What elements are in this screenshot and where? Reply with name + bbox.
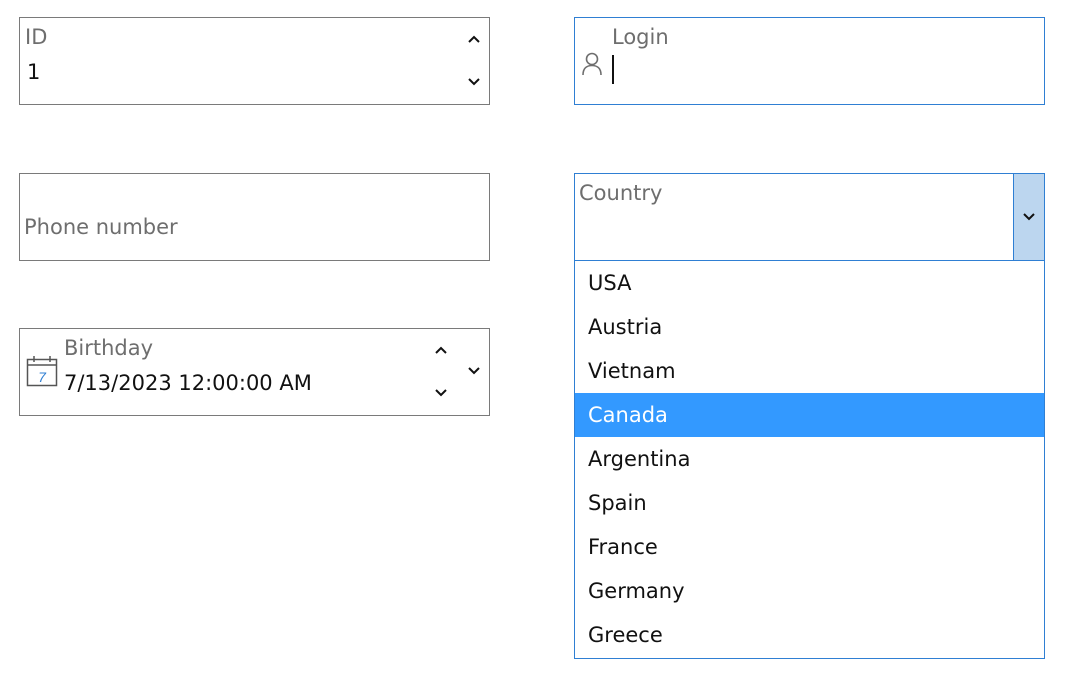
birthday-value[interactable]: 7/13/2023 12:00:00 AM bbox=[64, 371, 312, 395]
country-option[interactable]: USA bbox=[575, 261, 1044, 305]
chevron-down-icon bbox=[1023, 213, 1035, 221]
calendar-icon[interactable]: 7 bbox=[26, 355, 58, 387]
chevron-up-icon bbox=[435, 346, 447, 354]
country-option[interactable]: Austria bbox=[575, 305, 1044, 349]
country-option[interactable]: France bbox=[575, 525, 1044, 569]
country-option[interactable]: Canada bbox=[575, 393, 1044, 437]
id-increment-button[interactable] bbox=[462, 28, 486, 50]
chevron-down-icon bbox=[468, 78, 480, 86]
country-option[interactable]: Vietnam bbox=[575, 349, 1044, 393]
country-label: Country bbox=[579, 181, 663, 205]
country-option[interactable]: Spain bbox=[575, 481, 1044, 525]
login-field[interactable]: Login bbox=[574, 17, 1045, 105]
country-option[interactable]: Argentina bbox=[575, 437, 1044, 481]
birthday-field[interactable]: 7 Birthday 7/13/2023 12:00:00 AM bbox=[19, 328, 490, 416]
id-value[interactable]: 1 bbox=[27, 60, 40, 84]
phone-field[interactable]: Phone number bbox=[19, 173, 490, 261]
text-caret bbox=[612, 55, 614, 84]
country-option[interactable]: Greece bbox=[575, 613, 1044, 657]
user-icon bbox=[581, 51, 603, 77]
country-dropdown-list[interactable]: USA Austria Vietnam Canada Argentina Spa… bbox=[574, 261, 1045, 659]
phone-placeholder: Phone number bbox=[24, 215, 178, 239]
chevron-up-icon bbox=[468, 35, 480, 43]
login-label: Login bbox=[612, 25, 669, 49]
calendar-day: 7 bbox=[38, 369, 47, 385]
birthday-decrement-button[interactable] bbox=[429, 382, 453, 404]
country-combobox[interactable]: Country bbox=[574, 173, 1045, 261]
country-option[interactable]: Germany bbox=[575, 569, 1044, 613]
birthday-label: Birthday bbox=[64, 336, 154, 360]
id-field[interactable]: ID 1 bbox=[19, 17, 490, 105]
id-decrement-button[interactable] bbox=[462, 71, 486, 93]
id-label: ID bbox=[25, 25, 48, 49]
chevron-down-icon bbox=[468, 367, 480, 375]
country-dropdown-button[interactable] bbox=[1013, 174, 1044, 260]
birthday-increment-button[interactable] bbox=[429, 339, 453, 361]
chevron-down-icon bbox=[435, 389, 447, 397]
birthday-dropdown-button[interactable] bbox=[462, 360, 486, 382]
